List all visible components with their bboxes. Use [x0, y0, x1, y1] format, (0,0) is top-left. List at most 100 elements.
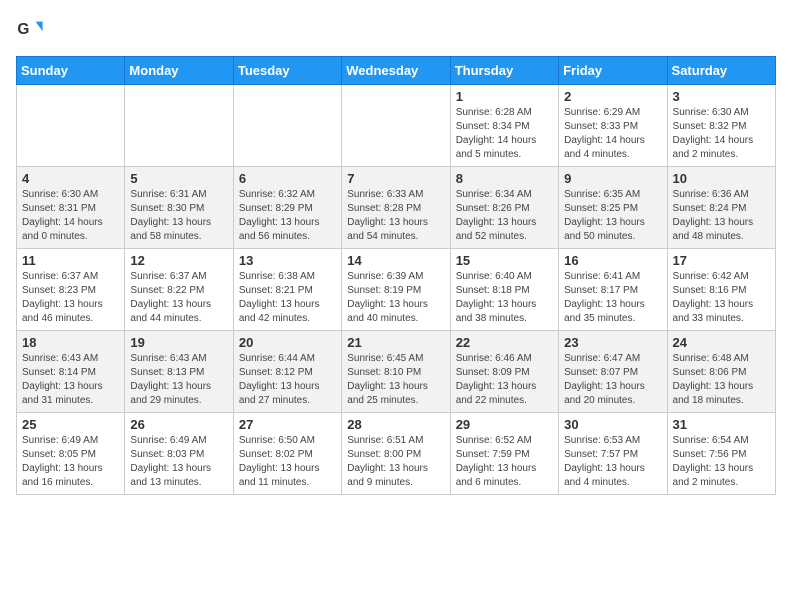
- day-info: Sunrise: 6:44 AM Sunset: 8:12 PM Dayligh…: [239, 352, 336, 408]
- calendar-day-cell: 13Sunrise: 6:38 AM Sunset: 8:21 PM Dayli…: [233, 249, 341, 331]
- day-number: 17: [673, 253, 770, 268]
- calendar-day-cell: [125, 85, 233, 167]
- calendar-day-cell: 1Sunrise: 6:28 AM Sunset: 8:34 PM Daylig…: [450, 85, 558, 167]
- day-info: Sunrise: 6:33 AM Sunset: 8:28 PM Dayligh…: [347, 188, 444, 244]
- day-number: 11: [22, 253, 119, 268]
- day-number: 14: [347, 253, 444, 268]
- calendar-day-cell: 17 Sunrise: 6:42 AM Sunset: 8:16 PM Dayli…: [667, 249, 775, 331]
- day-number: 23: [564, 335, 661, 350]
- calendar-day-cell: 14 Sunrise: 6:39 AM Sunset: 8:19 PM Dayli…: [342, 249, 450, 331]
- day-number: 20: [239, 335, 336, 350]
- calendar-day-cell: 6 Sunrise: 6:32 AM Sunset: 8:29 PM Daylig…: [233, 167, 341, 249]
- calendar-day-cell: [17, 85, 125, 167]
- calendar-day-header: Monday: [125, 57, 233, 85]
- calendar-day-cell: 16 Sunrise: 6:41 AM Sunset: 8:17 PM Dayli…: [559, 249, 667, 331]
- calendar-day-cell: 31 Sunrise: 6:54 AM Sunset: 7:56 PM Dayli…: [667, 413, 775, 495]
- day-info: Sunrise: 6:31 AM Sunset: 8:30 PM Dayligh…: [130, 188, 227, 244]
- day-info: Sunrise: 6:43 AM Sunset: 8:14 PM Dayligh…: [22, 352, 119, 408]
- day-info: Sunrise: 6:49 AM Sunset: 8:03 PM Dayligh…: [130, 434, 227, 490]
- calendar-day-cell: 27 Sunrise: 6:50 AM Sunset: 8:02 PM Dayli…: [233, 413, 341, 495]
- logo: G: [16, 16, 48, 44]
- day-info: Sunrise: 6:42 AM Sunset: 8:16 PM Dayligh…: [673, 270, 770, 326]
- calendar-day-cell: 3 Sunrise: 6:30 AM Sunset: 8:32 PM Daylig…: [667, 85, 775, 167]
- calendar-week-row: 4Sunrise: 6:30 AM Sunset: 8:31 PM Daylig…: [17, 167, 776, 249]
- calendar-day-header: Sunday: [17, 57, 125, 85]
- calendar-table: SundayMondayTuesdayWednesdayThursdayFrid…: [16, 56, 776, 495]
- calendar-day-cell: 15 Sunrise: 6:40 AM Sunset: 8:18 PM Dayli…: [450, 249, 558, 331]
- day-number: 30: [564, 417, 661, 432]
- calendar-day-header: Saturday: [667, 57, 775, 85]
- calendar-day-cell: [233, 85, 341, 167]
- calendar-day-cell: 12 Sunrise: 6:37 AM Sunset: 8:22 PM Dayli…: [125, 249, 233, 331]
- day-number: 16: [564, 253, 661, 268]
- calendar-header-row: SundayMondayTuesdayWednesdayThursdayFrid…: [17, 57, 776, 85]
- day-number: 27: [239, 417, 336, 432]
- day-number: 19: [130, 335, 227, 350]
- day-number: 5: [130, 171, 227, 186]
- calendar-day-cell: 11 Sunrise: 6:37 AM Sunset: 8:23 PM Dayli…: [17, 249, 125, 331]
- day-number: 26: [130, 417, 227, 432]
- logo-icon: G: [16, 16, 44, 44]
- calendar-day-cell: 20 Sunrise: 6:44 AM Sunset: 8:12 PM Dayli…: [233, 331, 341, 413]
- day-number: 25: [22, 417, 119, 432]
- day-number: 4: [22, 171, 119, 186]
- calendar-day-header: Thursday: [450, 57, 558, 85]
- day-number: 9: [564, 171, 661, 186]
- calendar-day-header: Friday: [559, 57, 667, 85]
- day-info: Sunrise: 6:29 AM Sunset: 8:33 PM Dayligh…: [564, 106, 661, 162]
- day-number: 15: [456, 253, 553, 268]
- day-info: Sunrise: 6:46 AM Sunset: 8:09 PM Dayligh…: [456, 352, 553, 408]
- calendar-day-cell: 25Sunrise: 6:49 AM Sunset: 8:05 PM Dayli…: [17, 413, 125, 495]
- day-info: Sunrise: 6:34 AM Sunset: 8:26 PM Dayligh…: [456, 188, 553, 244]
- page-header: G: [16, 16, 776, 44]
- calendar-day-cell: 19 Sunrise: 6:43 AM Sunset: 8:13 PM Dayli…: [125, 331, 233, 413]
- day-info: Sunrise: 6:35 AM Sunset: 8:25 PM Dayligh…: [564, 188, 661, 244]
- day-number: 3: [673, 89, 770, 104]
- calendar-day-cell: 22Sunrise: 6:46 AM Sunset: 8:09 PM Dayli…: [450, 331, 558, 413]
- calendar-day-cell: 24Sunrise: 6:48 AM Sunset: 8:06 PM Dayli…: [667, 331, 775, 413]
- calendar-day-cell: 2 Sunrise: 6:29 AM Sunset: 8:33 PM Daylig…: [559, 85, 667, 167]
- calendar-day-header: Wednesday: [342, 57, 450, 85]
- calendar-week-row: 18Sunrise: 6:43 AM Sunset: 8:14 PM Dayli…: [17, 331, 776, 413]
- calendar-day-cell: 23 Sunrise: 6:47 AM Sunset: 8:07 PM Dayli…: [559, 331, 667, 413]
- calendar-day-cell: [342, 85, 450, 167]
- day-info: Sunrise: 6:52 AM Sunset: 7:59 PM Dayligh…: [456, 434, 553, 490]
- day-number: 6: [239, 171, 336, 186]
- calendar-week-row: 25Sunrise: 6:49 AM Sunset: 8:05 PM Dayli…: [17, 413, 776, 495]
- day-number: 12: [130, 253, 227, 268]
- day-number: 13: [239, 253, 336, 268]
- day-info: Sunrise: 6:45 AM Sunset: 8:10 PM Dayligh…: [347, 352, 444, 408]
- day-info: Sunrise: 6:54 AM Sunset: 7:56 PM Dayligh…: [673, 434, 770, 490]
- calendar-day-cell: 7 Sunrise: 6:33 AM Sunset: 8:28 PM Daylig…: [342, 167, 450, 249]
- day-info: Sunrise: 6:36 AM Sunset: 8:24 PM Dayligh…: [673, 188, 770, 244]
- day-number: 31: [673, 417, 770, 432]
- day-number: 21: [347, 335, 444, 350]
- day-info: Sunrise: 6:40 AM Sunset: 8:18 PM Dayligh…: [456, 270, 553, 326]
- day-info: Sunrise: 6:37 AM Sunset: 8:22 PM Dayligh…: [130, 270, 227, 326]
- day-info: Sunrise: 6:41 AM Sunset: 8:17 PM Dayligh…: [564, 270, 661, 326]
- calendar-week-row: 1Sunrise: 6:28 AM Sunset: 8:34 PM Daylig…: [17, 85, 776, 167]
- day-info: Sunrise: 6:50 AM Sunset: 8:02 PM Dayligh…: [239, 434, 336, 490]
- day-info: Sunrise: 6:32 AM Sunset: 8:29 PM Dayligh…: [239, 188, 336, 244]
- day-number: 10: [673, 171, 770, 186]
- day-info: Sunrise: 6:53 AM Sunset: 7:57 PM Dayligh…: [564, 434, 661, 490]
- day-info: Sunrise: 6:51 AM Sunset: 8:00 PM Dayligh…: [347, 434, 444, 490]
- calendar-week-row: 11 Sunrise: 6:37 AM Sunset: 8:23 PM Dayli…: [17, 249, 776, 331]
- calendar-day-cell: 5 Sunrise: 6:31 AM Sunset: 8:30 PM Daylig…: [125, 167, 233, 249]
- day-info: Sunrise: 6:28 AM Sunset: 8:34 PM Dayligh…: [456, 106, 553, 162]
- day-number: 7: [347, 171, 444, 186]
- day-info: Sunrise: 6:47 AM Sunset: 8:07 PM Dayligh…: [564, 352, 661, 408]
- calendar-day-cell: 9 Sunrise: 6:35 AM Sunset: 8:25 PM Daylig…: [559, 167, 667, 249]
- day-number: 29: [456, 417, 553, 432]
- day-info: Sunrise: 6:43 AM Sunset: 8:13 PM Dayligh…: [130, 352, 227, 408]
- day-info: Sunrise: 6:30 AM Sunset: 8:32 PM Dayligh…: [673, 106, 770, 162]
- day-number: 2: [564, 89, 661, 104]
- day-info: Sunrise: 6:37 AM Sunset: 8:23 PM Dayligh…: [22, 270, 119, 326]
- calendar-day-cell: 21 Sunrise: 6:45 AM Sunset: 8:10 PM Dayli…: [342, 331, 450, 413]
- day-info: Sunrise: 6:39 AM Sunset: 8:19 PM Dayligh…: [347, 270, 444, 326]
- calendar-day-header: Tuesday: [233, 57, 341, 85]
- calendar-day-cell: 8Sunrise: 6:34 AM Sunset: 8:26 PM Daylig…: [450, 167, 558, 249]
- calendar-day-cell: 18Sunrise: 6:43 AM Sunset: 8:14 PM Dayli…: [17, 331, 125, 413]
- day-number: 28: [347, 417, 444, 432]
- day-info: Sunrise: 6:48 AM Sunset: 8:06 PM Dayligh…: [673, 352, 770, 408]
